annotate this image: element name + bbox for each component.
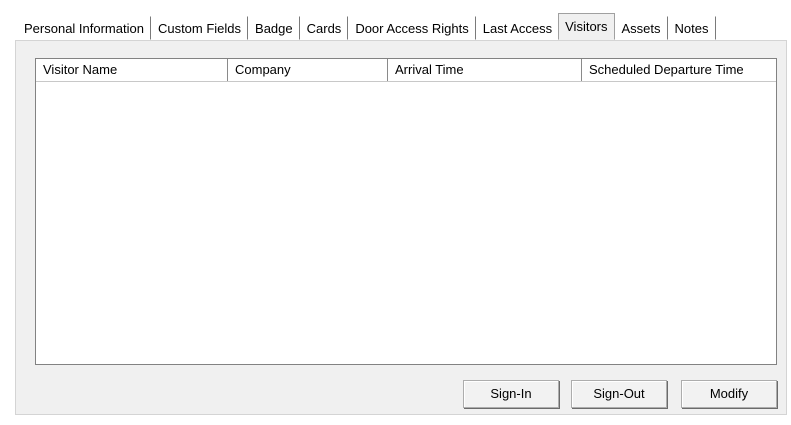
column-header-visitor-name[interactable]: Visitor Name bbox=[36, 59, 228, 81]
modify-button[interactable]: Modify bbox=[681, 380, 777, 408]
tab-assets[interactable]: Assets bbox=[615, 16, 668, 40]
sign-out-button[interactable]: Sign-Out bbox=[571, 380, 667, 408]
tab-notes[interactable]: Notes bbox=[668, 16, 716, 40]
tab-custom-fields[interactable]: Custom Fields bbox=[151, 16, 249, 40]
tab-door-access-rights[interactable]: Door Access Rights bbox=[348, 16, 476, 40]
visitors-list-body[interactable] bbox=[36, 82, 776, 364]
visitors-list[interactable]: Visitor Name Company Arrival Time Schedu… bbox=[35, 58, 777, 365]
tab-strip: Personal Information Custom Fields Badge… bbox=[17, 13, 716, 40]
person-properties-window: Personal Information Custom Fields Badge… bbox=[0, 0, 791, 425]
tab-last-access[interactable]: Last Access bbox=[476, 16, 560, 40]
visitors-list-header: Visitor Name Company Arrival Time Schedu… bbox=[36, 59, 776, 82]
column-header-company[interactable]: Company bbox=[228, 59, 388, 81]
tab-personal-information[interactable]: Personal Information bbox=[17, 16, 151, 40]
visitors-tab-page: Visitor Name Company Arrival Time Schedu… bbox=[15, 40, 787, 415]
sign-in-button[interactable]: Sign-In bbox=[463, 380, 559, 408]
tab-badge[interactable]: Badge bbox=[248, 16, 300, 40]
tab-cards[interactable]: Cards bbox=[300, 16, 349, 40]
column-header-scheduled-departure-time[interactable]: Scheduled Departure Time bbox=[582, 59, 776, 81]
column-header-arrival-time[interactable]: Arrival Time bbox=[388, 59, 582, 81]
tab-visitors[interactable]: Visitors bbox=[558, 13, 615, 40]
